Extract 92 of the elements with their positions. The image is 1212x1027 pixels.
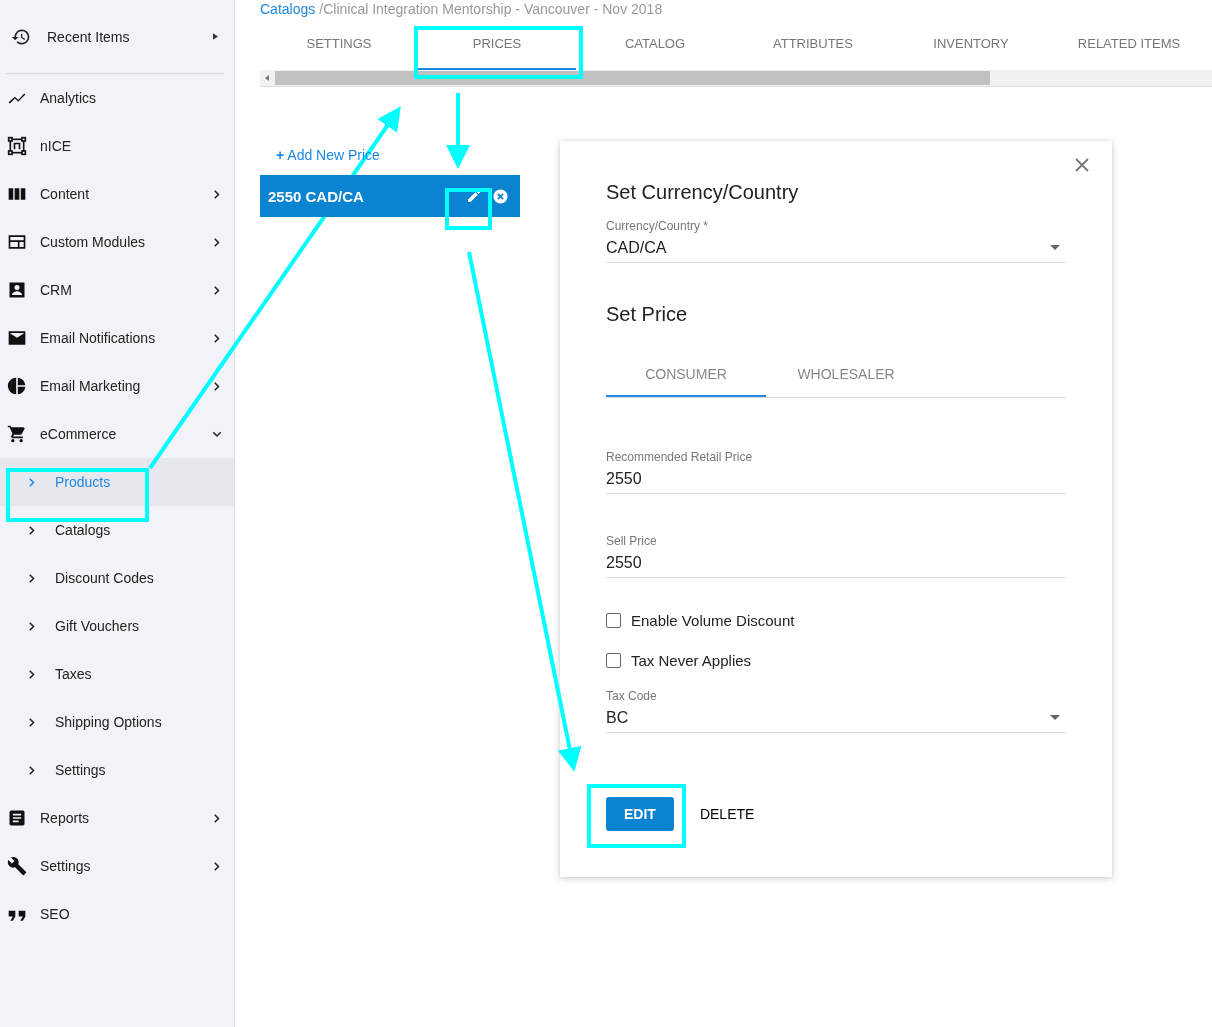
menu-label: SEO (40, 906, 71, 922)
chevron-icon (29, 669, 35, 679)
chevron-icon (214, 861, 220, 871)
sidebar-item[interactable]: Email Marketing (0, 362, 234, 410)
menu-label: Recent Items (47, 28, 131, 45)
sidebar-item[interactable]: Analytics (0, 74, 234, 122)
checkbox[interactable] (606, 613, 621, 628)
chevron-icon (29, 765, 35, 775)
chevron-icon (29, 717, 35, 727)
menu-label: Settings (40, 858, 92, 874)
checkbox-label: Enable Volume Discount (631, 612, 795, 629)
close-icon[interactable] (1075, 158, 1089, 172)
menu-label: Products (55, 474, 111, 490)
tab[interactable]: SETTINGS (260, 19, 418, 70)
checkbox[interactable] (606, 653, 621, 668)
menu-label: Email Marketing (40, 378, 142, 394)
dropdown-arrow-icon (1050, 715, 1060, 720)
chevron-icon (29, 573, 35, 583)
tab[interactable]: ATTRIBUTES (734, 19, 892, 70)
breadcrumb-current: /Clinical Integration Mentorship - Vancouver - Nov 2018 (319, 1, 663, 17)
dropdown-arrow-icon (1050, 245, 1060, 250)
price-field[interactable]: Sell Price 2550 (606, 534, 1066, 578)
menu-label: CRM (40, 282, 73, 298)
chevron-icon (29, 477, 35, 487)
menu-label: Email Notifications (40, 330, 157, 346)
menu-label: Content (40, 186, 91, 202)
mail-icon (7, 328, 27, 348)
chevron-icon (212, 431, 222, 437)
remove-icon[interactable] (493, 188, 508, 204)
sidebar-item[interactable]: SEO (0, 890, 234, 938)
chevron-icon (214, 333, 220, 343)
sidebar-item[interactable]: nICE (0, 122, 234, 170)
pie-icon (7, 376, 27, 396)
horizontal-scrollbar[interactable] (260, 70, 1212, 87)
chevron-icon (214, 813, 220, 823)
submenu-item[interactable]: Taxes (0, 650, 234, 698)
chevron-icon (214, 189, 220, 199)
tab[interactable]: RELATED ITEMS (1050, 19, 1208, 70)
menu-label: eCommerce (40, 426, 118, 442)
tab[interactable]: CONSUMER (606, 353, 766, 397)
menu-label: Discount Codes (55, 570, 154, 586)
tab[interactable]: CATALOG (576, 19, 734, 70)
section-title: Set Price (606, 303, 689, 327)
menu-label: Taxes (55, 666, 92, 682)
sidebar-item[interactable]: Content (0, 170, 234, 218)
nice-icon (7, 136, 27, 156)
submenu-item[interactable]: Settings (0, 746, 234, 794)
wrench-icon (7, 856, 27, 876)
chevron-icon (214, 285, 220, 295)
submenu-item[interactable]: Discount Codes (0, 554, 234, 602)
menu-label: Settings (55, 762, 106, 778)
crm-icon (7, 280, 27, 300)
reports-icon (7, 808, 27, 828)
price-label: 2550 CAD/CA (268, 187, 365, 205)
section-title: Set Currency/Country (606, 181, 800, 205)
chevron-icon (29, 621, 35, 631)
price-item[interactable]: 2550 CAD/CA (260, 175, 520, 217)
price-field[interactable]: Recommended Retail Price 2550 (606, 450, 1066, 494)
submenu-item[interactable]: Catalogs (0, 506, 234, 554)
tab[interactable]: INVENTORY (892, 19, 1050, 70)
menu-label: Analytics (40, 90, 98, 106)
menu-label: Shipping Options (55, 714, 162, 730)
sidebar-item[interactable]: Reports (0, 794, 234, 842)
delete-button[interactable]: DELETE (687, 797, 767, 831)
submenu-item[interactable]: Shipping Options (0, 698, 234, 746)
cart-icon (7, 424, 27, 444)
sidebar-item[interactable]: CRM (0, 266, 234, 314)
menu-label: nICE (40, 138, 73, 154)
chevron-icon (214, 381, 220, 391)
sidebar-item[interactable]: Email Notifications (0, 314, 234, 362)
chevron-icon (29, 525, 35, 535)
modules-icon (7, 232, 27, 252)
sidebar-item[interactable]: Settings (0, 842, 234, 890)
menu-label: Gift Vouchers (55, 618, 140, 634)
menu-label: Custom Modules (40, 234, 147, 250)
highlight-frame (445, 188, 492, 230)
menu-label: Catalogs (55, 522, 111, 538)
currency-select[interactable]: Currency/Country * CAD/CA (606, 219, 1066, 263)
breadcrumb-link[interactable]: Catalogs (260, 1, 316, 17)
sidebar-item[interactable]: eCommerce (0, 410, 234, 458)
recent-items-menu[interactable]: Recent Items (6, 0, 224, 74)
chevron-icon (214, 237, 220, 247)
scroll-left-icon (265, 75, 269, 81)
scrollbar-thumb[interactable] (275, 71, 990, 85)
tab[interactable]: WHOLESALER (766, 353, 926, 397)
menu-label: Reports (40, 810, 91, 826)
tax-code-select[interactable]: Tax Code BC (606, 689, 1066, 733)
sidebar-item[interactable]: Custom Modules (0, 218, 234, 266)
submenu-item[interactable]: Gift Vouchers (0, 602, 234, 650)
caret-icon (213, 33, 218, 40)
checkbox-label: Tax Never Applies (631, 652, 752, 669)
edit-button[interactable]: EDIT (606, 797, 674, 831)
